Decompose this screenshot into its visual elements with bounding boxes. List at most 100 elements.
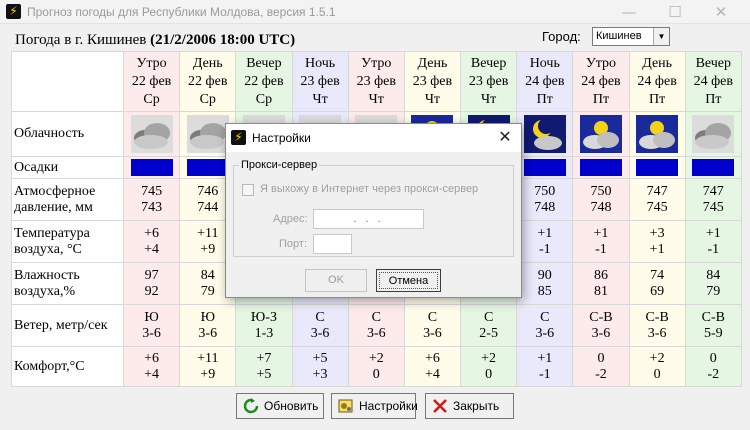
comfort-min: +5 bbox=[256, 366, 272, 382]
humidity-min: 92 bbox=[144, 283, 159, 299]
wind-min: 1-3 bbox=[254, 325, 274, 341]
column-header-weekday: Пт bbox=[592, 91, 610, 107]
column-header-date: 23 фев bbox=[412, 73, 453, 89]
close-x-icon bbox=[433, 399, 447, 413]
comfort-cell: +2 0 bbox=[460, 346, 518, 387]
settings-icon bbox=[338, 399, 353, 413]
comfort-min: -2 bbox=[707, 366, 720, 382]
row-label-wind: Ветер, метр/сек bbox=[11, 304, 124, 347]
humidity-min: 85 bbox=[537, 283, 552, 299]
precip-cell bbox=[628, 156, 686, 179]
column-header-date: 24 фев bbox=[637, 73, 677, 89]
column-header-weekday: Пт bbox=[649, 91, 666, 107]
comfort-min: +9 bbox=[200, 366, 216, 382]
wind-cell: С 3-6 bbox=[403, 304, 462, 347]
humidity-cell: 86 81 bbox=[572, 262, 630, 305]
wind-min: 3-6 bbox=[423, 325, 442, 341]
dialog-close-icon[interactable]: ✕ bbox=[495, 127, 515, 147]
city-select-value: Кишинев bbox=[596, 30, 642, 42]
wind-max: С bbox=[427, 309, 438, 325]
wind-cell: С 2-5 bbox=[460, 304, 518, 347]
refresh-button[interactable]: Обновить bbox=[236, 393, 324, 419]
port-field[interactable] bbox=[313, 234, 352, 254]
wind-max: Ю bbox=[200, 309, 215, 325]
comfort-max: +2 bbox=[481, 350, 497, 366]
humidity-cell: 74 69 bbox=[628, 262, 686, 305]
column-header-weekday: Ср bbox=[143, 91, 160, 107]
cloud-cell bbox=[684, 111, 742, 157]
wind-max: С bbox=[540, 309, 550, 325]
window-close-button[interactable]: ✕ bbox=[698, 0, 744, 24]
row-label-precip: Осадки bbox=[11, 156, 124, 179]
precip-bar bbox=[186, 159, 229, 176]
column-header-period: Утро bbox=[361, 55, 392, 71]
column-header-date: 23 фев bbox=[356, 73, 396, 89]
comfort-cell: +7 +5 bbox=[235, 346, 293, 387]
comfort-min: +4 bbox=[144, 366, 160, 382]
wind-min: 3-6 bbox=[591, 325, 611, 341]
pressure-min: 748 bbox=[590, 199, 612, 215]
comfort-min: -2 bbox=[595, 366, 607, 382]
comfort-cell: +2 0 bbox=[347, 346, 405, 387]
precip-bar bbox=[130, 159, 173, 176]
pressure-cell: 747 745 bbox=[684, 178, 742, 221]
ok-button[interactable]: OK bbox=[305, 269, 367, 292]
column-header-period: Утро bbox=[136, 55, 167, 71]
column-header-date: 24 фев bbox=[525, 73, 565, 89]
humidity-max: 97 bbox=[144, 267, 159, 283]
close-button[interactable]: Закрыть bbox=[425, 393, 514, 419]
wind-cell: Ю 3-6 bbox=[179, 304, 237, 347]
proxy-checkbox[interactable] bbox=[242, 184, 254, 196]
port-label: Порт: bbox=[279, 238, 307, 250]
precip-bar bbox=[523, 159, 566, 176]
column-header-period: День bbox=[642, 55, 673, 71]
comfort-min: +4 bbox=[424, 366, 440, 382]
chevron-down-icon[interactable]: ▼ bbox=[653, 28, 669, 45]
precip-cell bbox=[122, 156, 181, 179]
column-header-weekday: Чт bbox=[368, 91, 384, 107]
humidity-max: 86 bbox=[593, 267, 608, 283]
moon-cloud-icon bbox=[523, 115, 566, 153]
column-header: День 24 фев Пт bbox=[628, 51, 686, 112]
sun-cloud-icon bbox=[579, 115, 622, 153]
city-select[interactable]: Кишинев ▼ bbox=[592, 27, 670, 46]
title-bar: ⚡ Прогноз погоды для Республики Молдова,… bbox=[0, 0, 750, 24]
temperature-min: +4 bbox=[144, 241, 160, 257]
wind-cell: С 3-6 bbox=[347, 304, 405, 347]
wind-cell: Ю 3-6 bbox=[122, 304, 181, 347]
address-field[interactable]: . . . bbox=[313, 209, 424, 229]
column-header-weekday: Чт bbox=[424, 91, 441, 107]
minimize-button[interactable]: — bbox=[606, 0, 652, 24]
maximize-button[interactable]: ☐ bbox=[652, 0, 698, 24]
pressure-min: 745 bbox=[646, 199, 668, 215]
precip-cell bbox=[572, 156, 630, 179]
wind-cell: С-В 3-6 bbox=[572, 304, 630, 347]
column-header: Утро 24 фев Пт bbox=[572, 51, 630, 112]
comfort-min: -1 bbox=[538, 366, 551, 382]
pressure-max: 747 bbox=[702, 183, 724, 199]
temperature-max: +1 bbox=[593, 225, 609, 241]
column-header-date: 22 фев bbox=[131, 73, 172, 89]
temperature-max: +1 bbox=[705, 225, 721, 241]
humidity-max: 84 bbox=[706, 267, 721, 283]
column-header-date: 22 фев bbox=[188, 73, 228, 89]
comfort-max: +5 bbox=[312, 350, 328, 366]
wind-max: Ю bbox=[144, 309, 159, 325]
humidity-min: 69 bbox=[650, 283, 665, 299]
comfort-max: +2 bbox=[649, 350, 665, 366]
settings-button[interactable]: Настройки bbox=[331, 393, 418, 419]
column-header-period: День bbox=[417, 55, 448, 71]
temperature-cell: +1 -1 bbox=[516, 220, 574, 263]
comfort-max: +6 bbox=[424, 350, 440, 366]
comfort-max: +7 bbox=[256, 350, 272, 366]
comfort-cell: 0 -2 bbox=[684, 346, 742, 387]
wind-cell: С 3-6 bbox=[516, 304, 574, 347]
cancel-button[interactable]: Отмена bbox=[376, 269, 441, 292]
title-datetime: (21/2/2006 18:00 UTC) bbox=[150, 32, 296, 48]
wind-min: 3-6 bbox=[647, 325, 667, 341]
dialog-title-bar: ⚡ Настройки ✕ bbox=[226, 124, 521, 152]
row-label-temperature: Температура воздуха, °С bbox=[11, 220, 124, 263]
temperature-max: +6 bbox=[144, 225, 160, 241]
row-label-pressure: Атмосферное давление, мм bbox=[11, 178, 124, 221]
humidity-max: 74 bbox=[650, 267, 665, 283]
